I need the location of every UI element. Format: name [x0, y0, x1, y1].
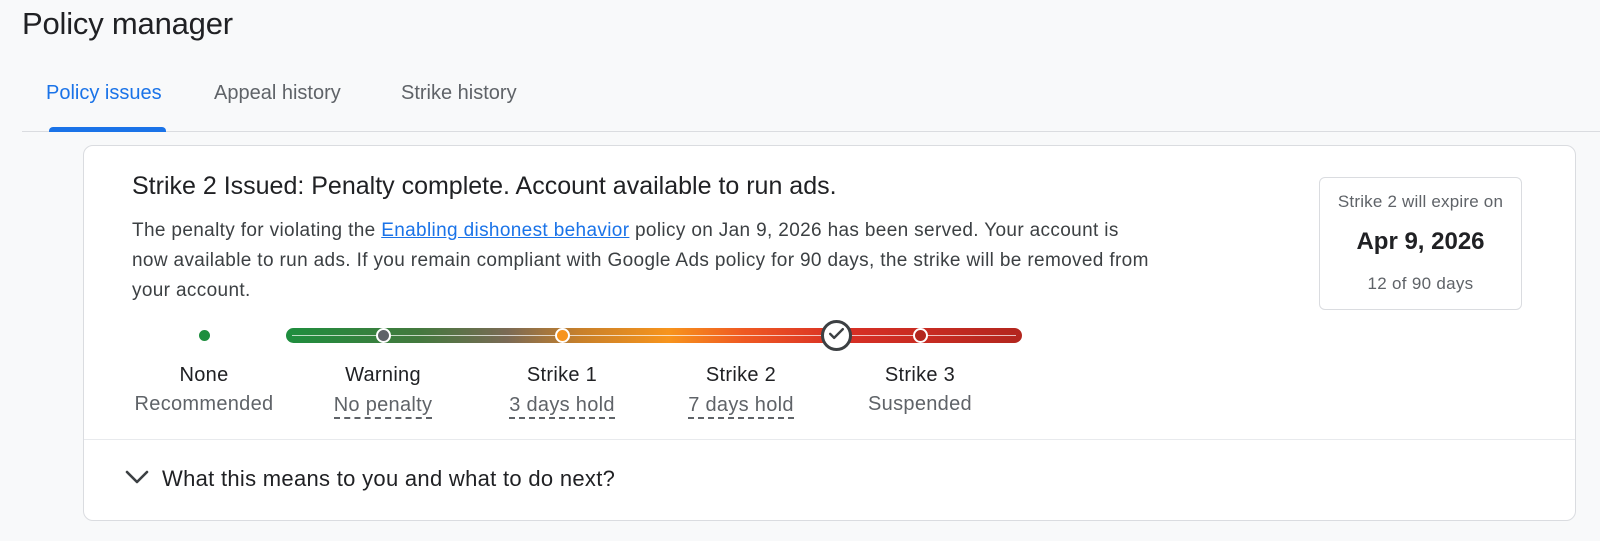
strike-description: The penalty for violating the Enabling d… — [132, 216, 1152, 306]
stage-node-strike-1 — [555, 328, 570, 343]
stage-name: Strike 3 — [884, 364, 956, 386]
tab-strike-history[interactable]: Strike history — [401, 82, 517, 105]
expiry-box: Strike 2 will expire on Apr 9, 2026 12 o… — [1319, 177, 1522, 310]
stage-strike-1: Strike 1 3 days hold — [472, 361, 652, 419]
stage-name: None — [179, 364, 229, 386]
expiry-progress: 12 of 90 days — [1367, 274, 1474, 293]
stage-none: None Recommended — [114, 361, 294, 419]
strike-status-card: Strike 2 Issued: Penalty complete. Accou… — [83, 145, 1576, 521]
track-center-line — [292, 335, 1016, 336]
tab-bar: Policy issues Appeal history Strike hist… — [22, 70, 1600, 132]
description-lead: The penalty for violating the — [132, 220, 382, 241]
stage-node-strike-3 — [913, 328, 928, 343]
stage-detail-link[interactable]: No penalty — [333, 393, 433, 419]
active-tab-indicator — [49, 127, 166, 132]
stage-detail-link[interactable]: 3 days hold — [509, 393, 615, 419]
stage-detail: Suspended — [868, 393, 972, 415]
stage-warning: Warning No penalty — [293, 361, 473, 419]
expiry-date: Apr 9, 2026 — [1356, 228, 1485, 255]
stage-node-warning — [376, 328, 391, 343]
expiry-label: Strike 2 will expire on — [1337, 192, 1504, 211]
policy-link[interactable]: Enabling dishonest behavior — [381, 220, 629, 241]
stage-detail: Recommended — [134, 393, 274, 415]
page-title: Policy manager — [22, 6, 233, 41]
stage-node-strike-2-current — [821, 320, 852, 351]
check-icon — [827, 324, 846, 348]
chevron-down-icon — [124, 468, 150, 491]
stage-name: Strike 2 — [705, 364, 777, 386]
stage-strike-2: Strike 2 7 days hold — [651, 361, 831, 419]
stage-strike-3: Strike 3 Suspended — [830, 361, 1010, 419]
stage-name: Strike 1 — [526, 364, 598, 386]
stage-name: Warning — [345, 364, 421, 386]
next-steps-expander[interactable]: What this means to you and what to do ne… — [84, 440, 1575, 520]
stage-node-none — [197, 328, 212, 343]
strike-headline: Strike 2 Issued: Penalty complete. Accou… — [132, 172, 837, 200]
tab-policy-issues[interactable]: Policy issues — [46, 82, 162, 105]
stage-detail-link[interactable]: 7 days hold — [688, 393, 794, 419]
tab-appeal-history[interactable]: Appeal history — [214, 82, 341, 105]
next-steps-label: What this means to you and what to do ne… — [162, 466, 616, 491]
